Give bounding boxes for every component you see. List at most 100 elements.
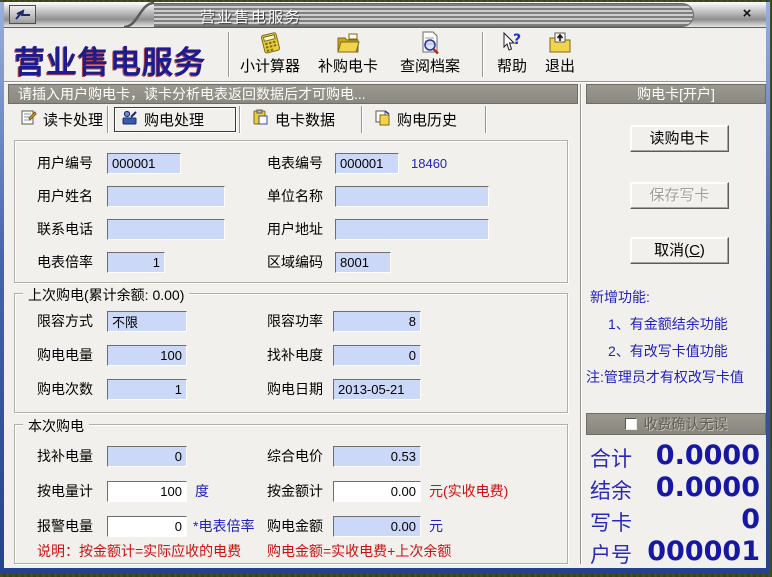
- by-energy-label: 按电量计: [37, 481, 93, 502]
- tab-read-card[interactable]: 读卡处理: [14, 107, 109, 132]
- confirm-label: 收费确认无误: [644, 414, 728, 434]
- repurchase-card-button[interactable]: 补购电卡: [310, 30, 386, 76]
- calculator-button[interactable]: 小计算器: [232, 30, 308, 76]
- by-energy-unit: 度: [195, 481, 209, 502]
- unit-price-field[interactable]: [333, 446, 421, 467]
- tab-divider: [107, 106, 108, 133]
- write-card-value: 0: [741, 504, 760, 535]
- help-icon: ?: [490, 30, 534, 58]
- purchase-date-label: 购电日期: [267, 379, 323, 400]
- user-no-field[interactable]: [107, 153, 181, 174]
- exit-button[interactable]: 退出: [538, 30, 582, 76]
- limit-mode-field[interactable]: [107, 311, 187, 332]
- page-title: 营业售电服务: [14, 37, 206, 82]
- purchase-terminal-icon: [121, 109, 138, 130]
- feature-item-2: 2、有改写卡值功能: [608, 341, 728, 361]
- tab-card-data[interactable]: 电卡数据: [246, 107, 341, 132]
- adjust-energy-field[interactable]: [107, 446, 187, 467]
- meter-serial: 18460: [411, 153, 447, 174]
- total-label: 合计: [590, 443, 632, 473]
- cancel-button[interactable]: 取消(C): [630, 237, 729, 264]
- purchase-energy-field[interactable]: [107, 345, 187, 366]
- meter-no-label: 电表编号: [267, 153, 323, 174]
- unit-name-label: 单位名称: [267, 186, 323, 207]
- tab-purchase-process[interactable]: 购电处理: [114, 107, 236, 132]
- unit-price-label: 综合电价: [267, 446, 323, 467]
- meter-no-field[interactable]: [335, 153, 399, 174]
- toolbar-divider: [482, 32, 483, 77]
- confirm-bar: 收费确认无误: [586, 413, 766, 435]
- current-purchase-group: 本次购电 找补电量 综合电价 按电量计 度 按金额计 元(实收电费) 报警电量 …: [14, 424, 568, 564]
- features-title: 新增功能:: [590, 287, 650, 307]
- confirm-checkbox[interactable]: [625, 418, 637, 430]
- user-info-group: 用户编号 电表编号 18460 用户姓名 单位名称 联系电话 用户地址 电表倍率…: [14, 140, 568, 283]
- purchase-amount-label: 购电金额: [267, 516, 323, 537]
- meter-rate-label: 电表倍率: [37, 252, 93, 273]
- address-field[interactable]: [335, 219, 489, 240]
- current-purchase-title: 本次购电: [23, 416, 89, 436]
- limit-power-field[interactable]: [333, 311, 421, 332]
- search-document-icon: [392, 30, 468, 58]
- phone-label: 联系电话: [37, 219, 93, 240]
- close-icon[interactable]: ×: [737, 5, 757, 23]
- title-bar[interactable]: 营业售电服务 ×: [4, 2, 766, 28]
- area-code-label: 区域编码: [267, 252, 323, 273]
- total-value: 0.0000: [656, 440, 760, 471]
- svg-text:?: ?: [513, 32, 521, 48]
- purchase-amount-field[interactable]: [333, 516, 421, 537]
- tab-purchase-history[interactable]: 购电历史: [368, 107, 463, 132]
- tab-divider: [361, 106, 362, 133]
- last-purchase-group: 上次购电(累计余额: 0.00) 限容方式 限容功率 购电电量 找补电度 购电次…: [14, 293, 568, 413]
- app-logo-icon: [9, 5, 36, 24]
- titlebar-curve: [122, 2, 156, 28]
- adjust-degree-label: 找补电度: [267, 345, 323, 366]
- phone-field[interactable]: [107, 219, 225, 240]
- by-energy-field[interactable]: [107, 481, 187, 502]
- read-card-button[interactable]: 读购电卡: [630, 125, 729, 152]
- adjust-energy-label: 找补电量: [37, 446, 93, 467]
- toolbar: 营业售电服务 小计算器 补购电卡 查阅档案: [4, 28, 766, 82]
- by-amount-field[interactable]: [333, 481, 421, 502]
- tab-divider: [239, 106, 240, 133]
- user-no-label: 用户编号: [37, 153, 93, 174]
- limit-mode-label: 限容方式: [37, 311, 93, 332]
- calculator-icon: [232, 30, 308, 58]
- note-left: 说明：按金额计=实际应收的电费: [37, 541, 241, 561]
- purchase-energy-label: 购电电量: [37, 345, 93, 366]
- user-name-field[interactable]: [107, 186, 225, 207]
- by-amount-unit: 元(实收电费): [429, 481, 508, 502]
- note-right: 购电金额=实收电费+上次余额: [267, 541, 451, 561]
- area-code-field[interactable]: [335, 252, 391, 273]
- help-button[interactable]: ? 帮助: [490, 30, 534, 76]
- purchase-count-label: 购电次数: [37, 379, 93, 400]
- features-note: 注:管理员才有权改写卡值: [586, 367, 744, 387]
- adjust-degree-field[interactable]: [333, 345, 421, 366]
- meter-rate-field[interactable]: [107, 252, 165, 273]
- exit-icon: [538, 30, 582, 58]
- account-no-value: 000001: [647, 536, 760, 567]
- view-archives-button[interactable]: 查阅档案: [392, 30, 468, 76]
- status-message: 请插入用户购电卡，读卡分析电表返回数据后才可购电...: [8, 84, 578, 104]
- window-frame: 营业售电服务 × 营业售电服务 小计算器 补购电卡: [0, 2, 770, 574]
- purchase-date-field[interactable]: [333, 379, 421, 400]
- alarm-energy-note: *电表倍率: [193, 516, 254, 537]
- purchase-count-field[interactable]: [107, 379, 187, 400]
- alarm-energy-label: 报警电量: [37, 516, 93, 537]
- unit-name-field[interactable]: [335, 186, 489, 207]
- alarm-energy-field[interactable]: [107, 516, 187, 537]
- account-no-label: 户号: [590, 539, 632, 569]
- doc-edit-icon: [20, 109, 37, 130]
- purchase-amount-unit: 元: [429, 516, 443, 537]
- purchase-card-panel-title: 购电卡[开户]: [586, 84, 766, 104]
- folder-card-icon: [310, 30, 386, 58]
- window-title: 营业售电服务: [200, 6, 302, 27]
- save-write-card-button: 保存写卡: [630, 182, 729, 209]
- limit-power-label: 限容功率: [267, 311, 323, 332]
- history-pages-icon: [374, 109, 391, 130]
- toolbar-divider: [228, 32, 229, 77]
- panel-divider: [580, 84, 581, 564]
- last-purchase-title: 上次购电(累计余额: 0.00): [23, 285, 189, 305]
- tab-strip: 读卡处理 购电处理 电卡数据 购电历史: [8, 106, 578, 133]
- address-label: 用户地址: [267, 219, 323, 240]
- feature-item-1: 1、有金额结余功能: [608, 314, 728, 334]
